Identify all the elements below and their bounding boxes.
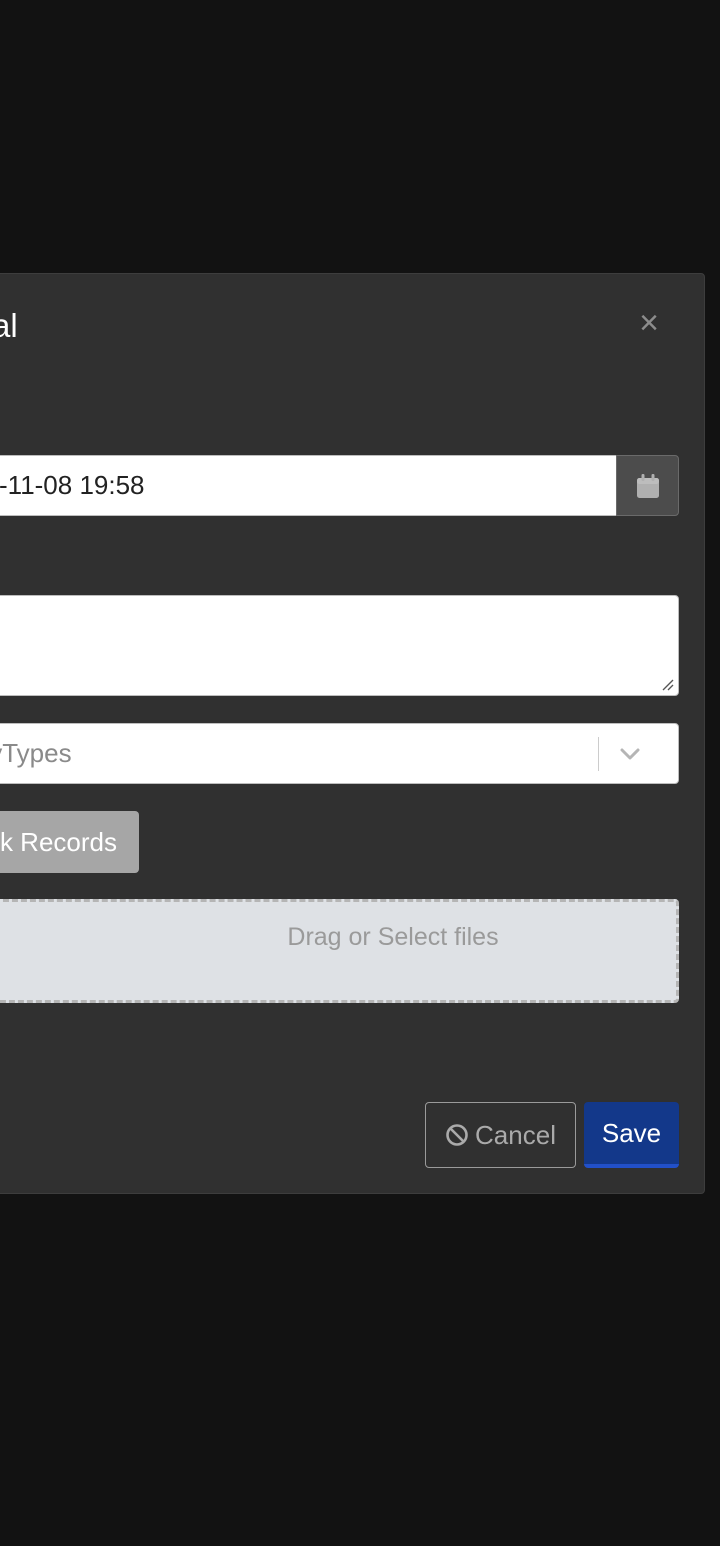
calendar-icon (636, 473, 659, 498)
chevron-down-icon[interactable] (618, 742, 642, 766)
close-button[interactable]: × (634, 306, 664, 340)
type-select-value: tyTypes (0, 738, 72, 768)
notes-textarea[interactable] (0, 595, 679, 696)
close-icon: × (639, 304, 659, 342)
cancel-button[interactable]: Cancel (425, 1102, 576, 1168)
save-button[interactable]: Save (584, 1102, 679, 1168)
resize-grip-icon[interactable] (662, 679, 674, 691)
date-time-input[interactable] (0, 455, 617, 516)
modal-dialog: ral × tyTypes k Records Drag or Select f… (0, 273, 705, 1194)
ban-icon (446, 1124, 468, 1146)
link-records-button[interactable]: k Records (0, 811, 139, 873)
type-select[interactable]: tyTypes (0, 723, 679, 784)
cancel-label: Cancel (475, 1120, 556, 1150)
calendar-button[interactable] (616, 455, 679, 516)
file-dropzone[interactable]: Drag or Select files (0, 899, 679, 1003)
select-separator (598, 737, 599, 771)
dropzone-label: Drag or Select files (287, 923, 499, 951)
modal-title: ral (0, 307, 18, 344)
